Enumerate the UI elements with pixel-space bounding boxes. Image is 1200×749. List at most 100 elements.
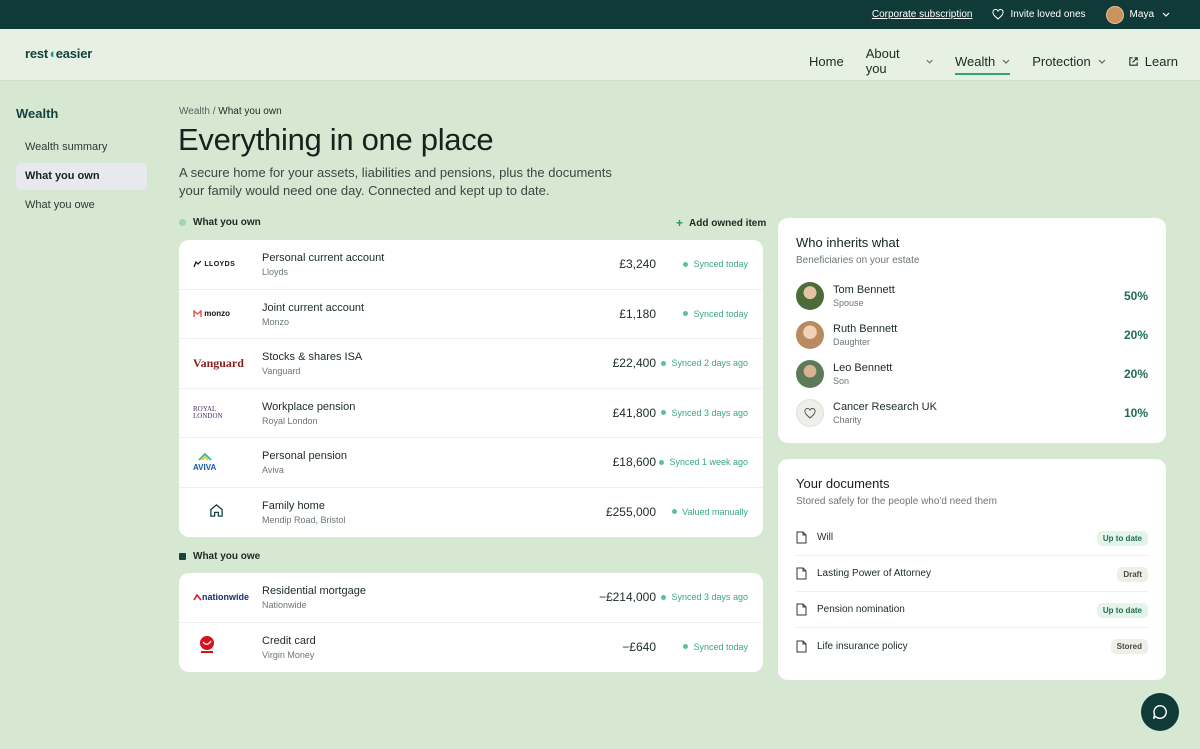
sync-status: Synced 1 week ago xyxy=(659,457,748,467)
page-title: Everything in one place xyxy=(178,122,494,157)
virgin-money-logo xyxy=(197,635,217,660)
item-name: Credit card xyxy=(262,634,316,647)
beneficiary-share: 10% xyxy=(1123,406,1148,420)
owe-section-heading: What you owe xyxy=(179,551,260,562)
breadcrumb-root[interactable]: Wealth / xyxy=(179,106,216,117)
user-menu[interactable]: Maya xyxy=(1105,5,1176,24)
status-text: Synced today xyxy=(693,259,748,269)
own-heading-label: What you own xyxy=(193,217,261,228)
document-row[interactable]: Pension nomination Up to date xyxy=(796,592,1148,628)
item-amount: −£214,000 xyxy=(598,590,656,604)
list-item[interactable]: LLOYDS Personal current account Lloyds £… xyxy=(179,240,763,290)
item-provider: Royal London xyxy=(262,415,318,426)
sidebar-item-wealth-summary[interactable]: Wealth summary xyxy=(16,134,147,161)
sidebar-item-what-you-owe[interactable]: What you owe xyxy=(16,192,147,219)
nav-protection-label: Protection xyxy=(1032,53,1091,69)
documents-subtitle: Stored safely for the people who'd need … xyxy=(796,496,997,507)
item-provider: Mendip Road, Bristol xyxy=(262,514,346,525)
item-amount: £41,800 xyxy=(612,405,656,420)
vanguard-logo: Vanguard xyxy=(193,355,244,370)
add-owned-item-label: Add owned item xyxy=(689,217,767,229)
beneficiary-relation: Daughter xyxy=(833,337,871,347)
own-marker xyxy=(179,219,186,226)
list-item[interactable]: Credit card Virgin Money −£640 Synced to… xyxy=(179,623,763,673)
chevron-down-icon xyxy=(1162,12,1170,17)
document-row[interactable]: Lasting Power of Attorney Draft xyxy=(796,556,1148,592)
sidebar-item-what-you-own[interactable]: What you own xyxy=(16,163,147,190)
document-name: Life insurance policy xyxy=(817,640,908,652)
document-icon xyxy=(796,567,807,580)
document-name: Pension nomination xyxy=(817,604,905,615)
item-amount: £3,240 xyxy=(619,257,656,271)
chevron-down-icon xyxy=(1002,59,1010,64)
item-name: Residential mortgage xyxy=(262,585,366,597)
own-section-heading: What you own xyxy=(179,217,261,228)
invite-label: Invite loved ones xyxy=(1010,9,1086,20)
nav-learn[interactable]: Learn xyxy=(1128,54,1178,69)
item-name: Workplace pension xyxy=(262,400,356,413)
item-name: Stocks & shares ISA xyxy=(262,351,363,364)
item-name: Family home xyxy=(262,499,325,512)
aviva-logo-text: AVIVA xyxy=(193,463,217,473)
beneficiary-row[interactable]: Ruth Bennett Daughter 20% xyxy=(796,320,1148,350)
document-row[interactable]: Will Up to date xyxy=(796,520,1148,556)
item-provider: Aviva xyxy=(262,465,284,476)
status-dot xyxy=(672,509,678,515)
avatar xyxy=(796,282,824,310)
list-item[interactable]: Family home Mendip Road, Bristol £255,00… xyxy=(179,488,763,538)
chevron-down-icon xyxy=(926,59,933,64)
item-name: Personal pension xyxy=(262,450,348,463)
status-dot xyxy=(661,360,667,366)
list-item[interactable]: Vanguard Stocks & shares ISA Vanguard £2… xyxy=(179,339,763,389)
invite-loved-ones-button[interactable]: Invite loved ones xyxy=(992,9,1086,20)
nav-home[interactable]: Home xyxy=(809,54,844,69)
beneficiary-relation: Son xyxy=(833,376,850,386)
item-provider: Nationwide xyxy=(262,600,307,610)
nav-about-you[interactable]: About you xyxy=(866,46,933,76)
nav-about-label: About you xyxy=(865,46,900,76)
avatar xyxy=(796,321,824,349)
list-item[interactable]: nationwide Residential mortgage Nationwi… xyxy=(179,573,763,623)
nav-wealth[interactable]: Wealth xyxy=(954,53,1011,75)
status-dot xyxy=(661,410,667,416)
chat-button[interactable] xyxy=(1141,693,1179,731)
brand-logo[interactable]: rest◖easier xyxy=(25,46,92,61)
item-provider: Monzo xyxy=(262,316,290,327)
beneficiary-name: Cancer Research UK xyxy=(833,401,937,413)
status-badge: Up to date xyxy=(1096,531,1148,546)
nav-protection[interactable]: Protection xyxy=(1032,54,1106,69)
list-item[interactable]: monzo Joint current account Monzo £1,180… xyxy=(179,290,763,340)
status-text: Synced 3 days ago xyxy=(671,592,748,602)
status-text: Synced 3 days ago xyxy=(671,407,748,418)
list-item[interactable]: ROYAL LONDON Workplace pension Royal Lond… xyxy=(179,389,763,439)
status-text: Synced 1 week ago xyxy=(669,457,748,468)
status-text: Synced 2 days ago xyxy=(671,358,748,369)
chevron-down-icon xyxy=(1098,59,1106,64)
beneficiary-row[interactable]: Tom Bennett Spouse 50% xyxy=(796,281,1148,311)
chat-bubble-icon xyxy=(1152,704,1167,720)
document-row[interactable]: Life insurance policy Stored xyxy=(796,628,1148,664)
list-item[interactable]: AVIVA Personal pension Aviva £18,600 Syn… xyxy=(179,438,763,488)
status-text: Synced today xyxy=(693,641,748,652)
nav-home-label: Home xyxy=(809,53,844,69)
sync-status: Synced 2 days ago xyxy=(661,358,748,368)
status-badge: Up to date xyxy=(1096,603,1148,618)
external-link-icon xyxy=(1129,56,1138,66)
item-amount: £18,600 xyxy=(612,455,656,470)
nationwide-logo: nationwide xyxy=(193,592,249,602)
document-icon xyxy=(796,640,807,653)
corporate-subscription-link[interactable]: Corporate subscription xyxy=(872,9,973,20)
nav-wealth-label: Wealth xyxy=(954,53,996,69)
document-icon xyxy=(796,603,807,616)
add-owned-item-button[interactable]: + Add owned item xyxy=(676,216,766,230)
beneficiary-row[interactable]: Leo Bennett Son 20% xyxy=(796,359,1148,389)
home-icon xyxy=(209,503,224,523)
beneficiary-row[interactable]: Cancer Research UK Charity 10% xyxy=(796,398,1148,428)
royal-london-line2: LONDON xyxy=(193,412,223,421)
heart-icon xyxy=(992,9,1004,20)
item-amount: £1,180 xyxy=(619,306,656,321)
beneficiary-share: 50% xyxy=(1123,289,1148,303)
page-lead: A secure home for your assets, liabiliti… xyxy=(179,165,612,198)
sync-status: Synced 3 days ago xyxy=(661,592,748,602)
owned-items-list: LLOYDS Personal current account Lloyds £… xyxy=(179,240,763,537)
